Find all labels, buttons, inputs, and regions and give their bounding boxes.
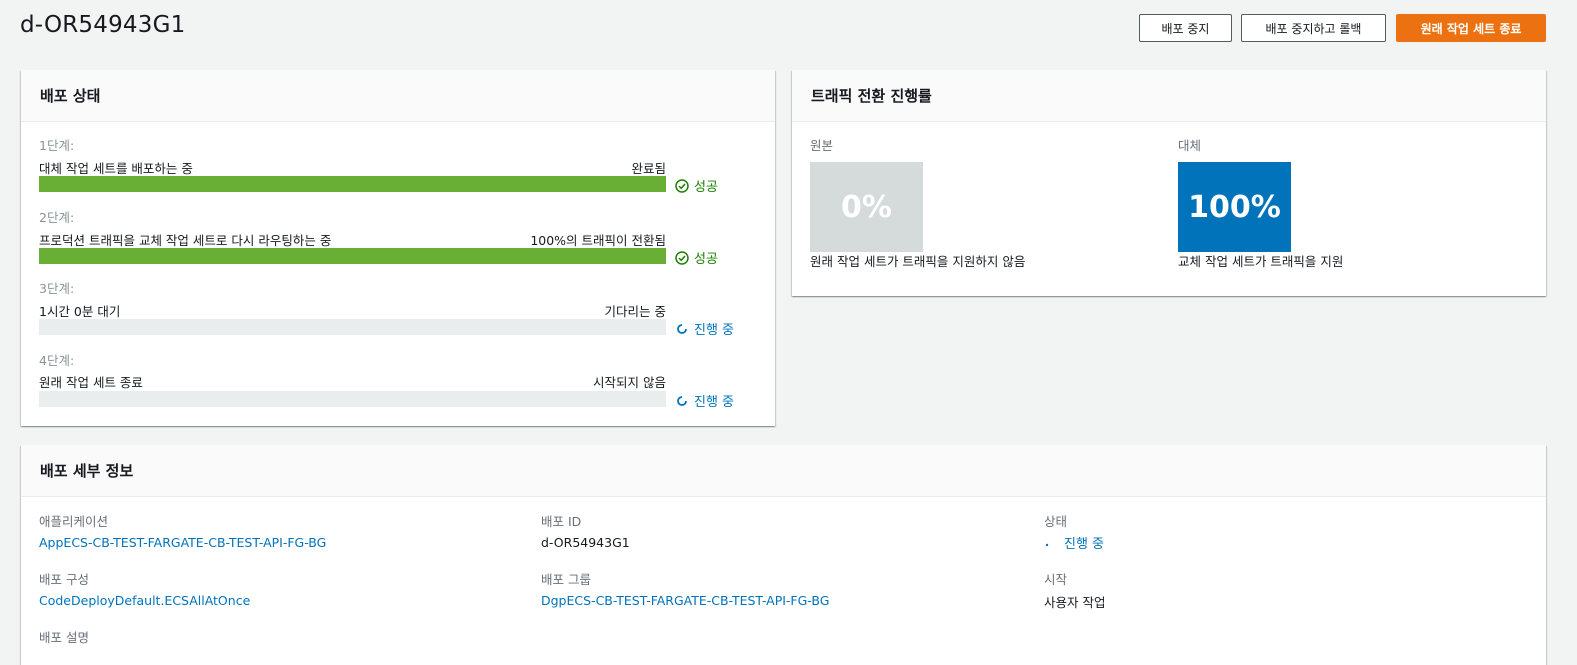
step-4-status-text: 진행 중	[694, 395, 735, 410]
step-3-status: 진행 중	[675, 319, 734, 338]
application-label: 애플리케이션	[39, 514, 109, 529]
deployment-details-title: 배포 세부 정보	[21, 445, 1546, 497]
deployment-id-label: 배포 ID	[541, 514, 582, 529]
deployment-group-label: 배포 그룹	[541, 572, 591, 587]
step-2-status-text: 성공	[694, 252, 718, 267]
terminate-original-task-set-button[interactable]: 원래 작업 세트 종료	[1396, 14, 1546, 42]
original-label: 원본	[810, 138, 834, 153]
spinner-icon	[677, 395, 687, 406]
step-3-status-text: 진행 중	[694, 323, 735, 338]
traffic-shift-title: 트래픽 전환 진행률	[792, 70, 1546, 122]
stop-deployment-button[interactable]: 배포 중지	[1139, 14, 1232, 42]
step-3-description: 1시간 0분 대기	[39, 304, 121, 319]
original-traffic-tile: 0%	[810, 162, 923, 252]
step-4-status: 진행 중	[675, 391, 734, 410]
step-2-state: 100%의 트래픽이 전환됨	[530, 233, 666, 248]
deployment-id-value: d-OR54943G1	[541, 535, 630, 550]
initiated-by-label: 시작	[1044, 572, 1068, 587]
page-title: d-OR54943G1	[20, 12, 186, 38]
replacement-caption: 교체 작업 세트가 트래픽을 지원	[1178, 254, 1344, 269]
spinner-icon	[677, 323, 687, 334]
traffic-shift-panel: 트래픽 전환 진행률 원본 0% 원래 작업 세트가 트래픽을 지원하지 않음 …	[792, 70, 1546, 296]
deployment-status-panel: 배포 상태 1단계: 대체 작업 세트를 배포하는 중 완료됨 성공 2단계: …	[21, 70, 775, 426]
step-1-status-text: 성공	[694, 180, 718, 195]
deployment-group-link[interactable]: DgpECS-CB-TEST-FARGATE-CB-TEST-API-FG-BG	[541, 593, 829, 608]
step-3-label: 3단계:	[39, 281, 75, 296]
success-check-icon	[675, 250, 689, 265]
deployment-status-title: 배포 상태	[21, 70, 775, 122]
step-4-label: 4단계:	[39, 353, 75, 368]
stop-and-rollback-button[interactable]: 배포 중지하고 롤백	[1241, 14, 1386, 42]
status-label: 상태	[1044, 514, 1068, 529]
original-caption: 원래 작업 세트가 트래픽을 지원하지 않음	[810, 254, 1026, 269]
deployment-config-label: 배포 구성	[39, 572, 89, 587]
step-3-progress-bar	[39, 319, 666, 335]
step-2-status: 성공	[675, 248, 718, 267]
deployment-config-link[interactable]: CodeDeployDefault.ECSAllAtOnce	[39, 593, 250, 608]
step-1-state: 완료됨	[631, 161, 666, 176]
step-1-label: 1단계:	[39, 138, 75, 153]
step-4-progress-bar	[39, 391, 666, 407]
step-1-status: 성공	[675, 176, 718, 195]
step-4-description: 원래 작업 세트 종료	[39, 375, 143, 390]
step-2-progress-bar	[39, 248, 666, 264]
step-2-description: 프로덕션 트래픽을 교체 작업 세트로 다시 라우팅하는 중	[39, 233, 332, 248]
application-link[interactable]: AppECS-CB-TEST-FARGATE-CB-TEST-API-FG-BG	[39, 535, 326, 550]
step-2-label: 2단계:	[39, 210, 75, 225]
step-1-progress-bar	[39, 176, 666, 192]
spinner-icon	[1045, 543, 1049, 546]
replacement-label: 대체	[1178, 138, 1202, 153]
deployment-description-label: 배포 설명	[39, 630, 89, 645]
status-badge: 진행 중	[1044, 533, 1104, 552]
success-check-icon	[675, 178, 689, 193]
status-value: 진행 중	[1064, 537, 1105, 552]
initiated-by-value: 사용자 작업	[1044, 595, 1106, 610]
deployment-details-panel: 배포 세부 정보 애플리케이션 AppECS-CB-TEST-FARGATE-C…	[21, 445, 1546, 665]
step-4-state: 시작되지 않음	[593, 375, 666, 390]
step-3-state: 기다리는 중	[604, 304, 666, 319]
replacement-traffic-tile: 100%	[1178, 162, 1291, 252]
step-1-description: 대체 작업 세트를 배포하는 중	[39, 161, 193, 176]
